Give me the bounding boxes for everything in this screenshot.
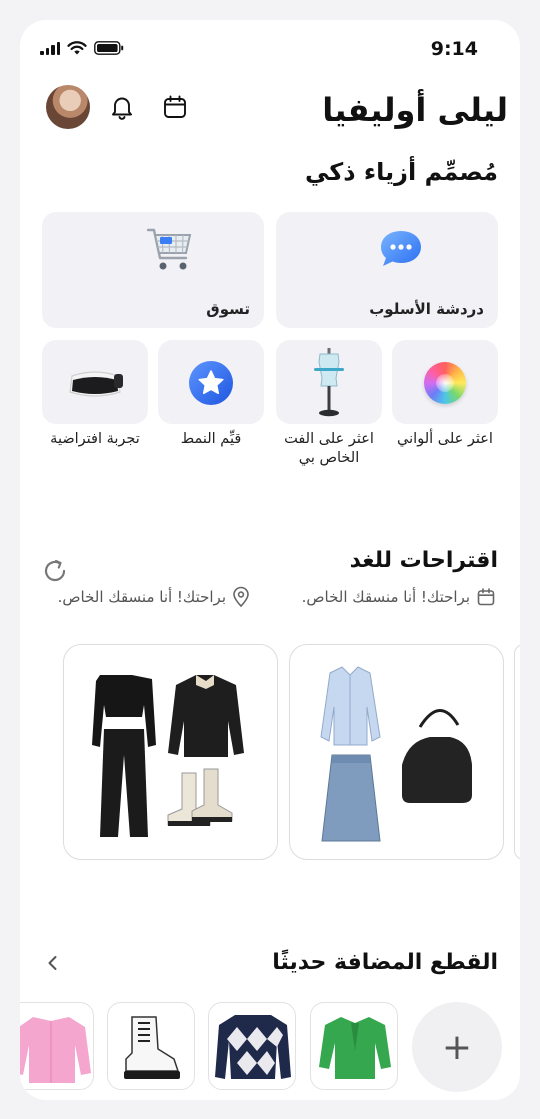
calendar-icon[interactable] bbox=[161, 93, 189, 121]
bell-icon[interactable] bbox=[108, 93, 136, 121]
signal-icon bbox=[40, 42, 60, 55]
recent-item-thumb[interactable] bbox=[310, 1002, 398, 1090]
argyle-sweater-image bbox=[215, 1015, 291, 1079]
tomorrow-location-text: براحتك! أنا منسقك الخاص. bbox=[57, 588, 226, 606]
rate-style-tile[interactable] bbox=[158, 340, 264, 424]
mannequin-icon bbox=[314, 348, 344, 417]
location-pin-icon bbox=[233, 586, 249, 608]
outfit-image bbox=[92, 675, 244, 837]
recent-item-thumb[interactable] bbox=[107, 1002, 195, 1090]
status-icons bbox=[40, 41, 124, 55]
white-boot-image bbox=[124, 1016, 180, 1079]
clock: 9:14 bbox=[430, 38, 478, 60]
recent-title: القطع المضافة حديثًا bbox=[272, 950, 498, 975]
avatar[interactable] bbox=[46, 85, 90, 129]
status-bar: 9:14 bbox=[20, 34, 520, 62]
user-name: ليلى أوليفيا bbox=[322, 91, 508, 129]
shop-tile[interactable]: تسوق bbox=[42, 212, 264, 328]
chat-bubble-icon bbox=[381, 231, 421, 266]
shopping-cart-icon bbox=[146, 228, 192, 270]
find-fit-label: اعثر على الفت الخاص بي bbox=[284, 431, 374, 466]
recent-item-thumb[interactable] bbox=[20, 1002, 94, 1090]
tomorrow-date-text: براحتك! أنا منسقك الخاص. bbox=[301, 588, 470, 606]
color-wheel-icon bbox=[424, 362, 466, 404]
style-chat-tile[interactable]: دردشة الأسلوب bbox=[276, 212, 498, 328]
outfit-card[interactable] bbox=[289, 644, 504, 860]
virtual-try-tile[interactable] bbox=[42, 340, 148, 424]
outfit-image bbox=[320, 666, 472, 842]
find-colors-label: اعثر على ألواني bbox=[397, 431, 493, 447]
designer-title: مُصمِّم أزياء ذكي bbox=[304, 158, 498, 186]
tomorrow-title: اقتراحات للغد bbox=[349, 548, 498, 573]
battery-icon bbox=[94, 41, 124, 55]
vr-headset-icon bbox=[69, 371, 123, 397]
calendar-small-icon bbox=[477, 588, 495, 606]
wifi-icon bbox=[67, 41, 87, 55]
style-chat-label: دردشة الأسلوب bbox=[369, 300, 484, 318]
app-screen: 9:14 ليلى أوليفيا مُصمِّم أزياء ذكي دردش… bbox=[20, 20, 520, 1100]
outfit-card[interactable] bbox=[63, 644, 278, 860]
refresh-icon[interactable] bbox=[40, 556, 70, 586]
recent-item-thumb[interactable] bbox=[208, 1002, 296, 1090]
star-badge-icon bbox=[189, 361, 233, 405]
chevron-left-icon[interactable] bbox=[44, 954, 62, 972]
add-item-button[interactable]: + bbox=[412, 1002, 502, 1092]
find-fit-tile[interactable] bbox=[276, 340, 382, 424]
green-blouse-image bbox=[319, 1017, 391, 1079]
rate-style-label: قيِّم النمط bbox=[180, 431, 242, 447]
outfit-card-partial[interactable] bbox=[514, 644, 520, 860]
virtual-try-label: تجربة افتراضية bbox=[50, 431, 140, 447]
pink-shirt-image bbox=[20, 1017, 91, 1083]
shop-label: تسوق bbox=[206, 300, 250, 318]
find-colors-tile[interactable] bbox=[392, 340, 498, 424]
